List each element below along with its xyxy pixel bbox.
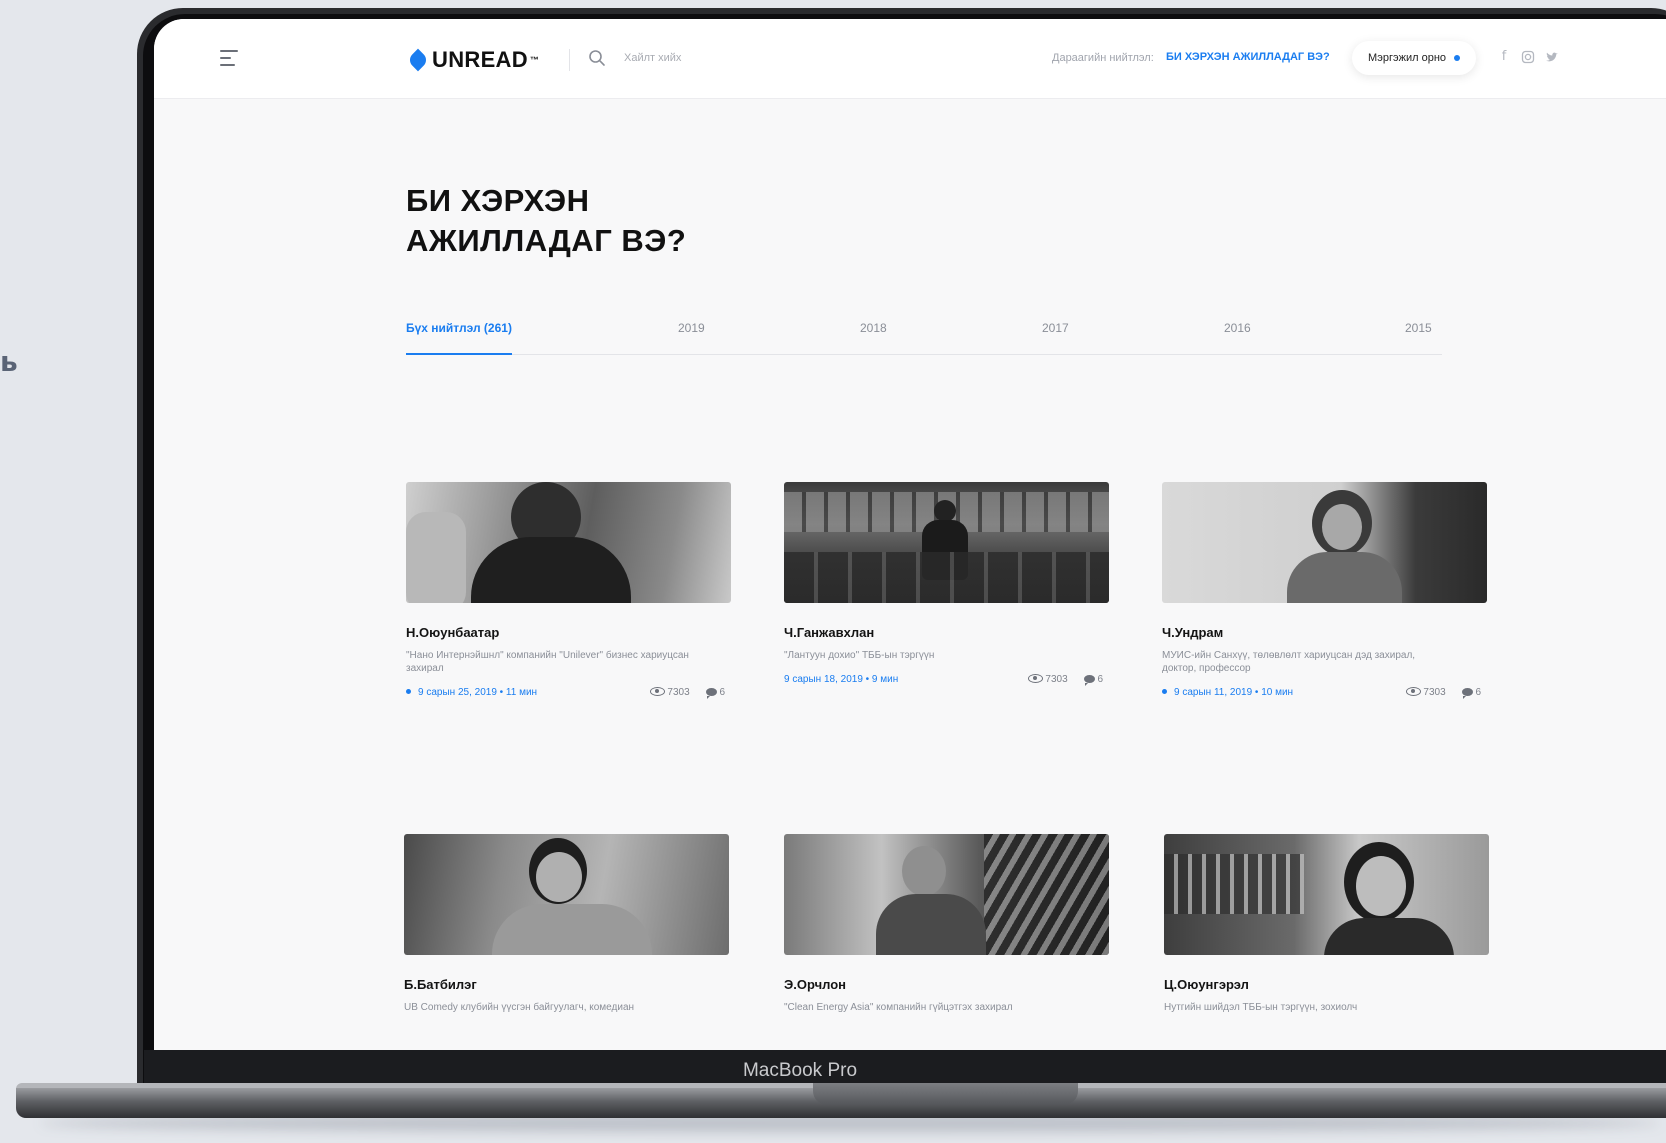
comment-icon bbox=[1084, 675, 1096, 686]
next-article-label: Дараагийн нийтлэл: bbox=[1052, 52, 1154, 64]
article-card[interactable]: Ч.Ундрам МУИС-ийн Санхүү, төлөвлөлт хари… bbox=[1162, 482, 1487, 701]
tab-2017[interactable]: 2017 bbox=[1042, 321, 1069, 353]
view-count: 7303 bbox=[1423, 687, 1446, 698]
article-stats: 7303 6 bbox=[650, 687, 725, 699]
article-author[interactable]: Ч.Ундрам bbox=[1162, 625, 1487, 640]
header-divider bbox=[569, 49, 570, 71]
article-stats: 7303 6 bbox=[1406, 687, 1481, 699]
page-title-line-1: БИ ХЭРХЭН bbox=[406, 183, 590, 218]
instagram-icon[interactable] bbox=[1520, 49, 1536, 65]
article-meta: 9 сарын 25, 2019 • 11 мин 7303 6 bbox=[406, 687, 731, 701]
device-label: MacBook Pro bbox=[742, 1060, 858, 1081]
eye-icon bbox=[650, 687, 666, 696]
article-card[interactable]: Б.Батбилэг UB Comedy клубийн үүсгэн байг… bbox=[404, 834, 729, 1014]
search-input[interactable]: Хайлт хийх bbox=[624, 52, 681, 64]
year-tabs: Бүх нийтлэл (261) 2019 2018 2017 2016 20… bbox=[406, 315, 1442, 355]
article-photo[interactable] bbox=[404, 834, 729, 955]
article-date: 9 сарын 25, 2019 • 11 мин bbox=[418, 687, 538, 698]
cropped-side-letter: ь bbox=[0, 345, 18, 378]
article-description: Нутгийн шийдэл ТББ-ын тэргүүн, зохиолч bbox=[1164, 1002, 1358, 1013]
view-count: 7303 bbox=[667, 687, 690, 698]
new-indicator-dot bbox=[1162, 689, 1167, 694]
comment-count: 6 bbox=[1475, 687, 1481, 698]
article-description: "Нано Интернэйшнл" компанийн "Unilever" … bbox=[406, 650, 689, 674]
article-description: "Лантуун дохио" ТББ-ын тэргүүн bbox=[784, 650, 935, 661]
eye-icon bbox=[1406, 687, 1422, 696]
next-article-link[interactable]: БИ ХЭРХЭН АЖИЛЛАДАГ ВЭ? bbox=[1166, 51, 1330, 63]
article-card[interactable]: Э.Орчлон "Clean Energy Asia" компанийн г… bbox=[784, 834, 1109, 1014]
login-button-label: Мэргэжил орно bbox=[1368, 52, 1447, 64]
logo-trademark: ™ bbox=[529, 55, 539, 65]
article-author[interactable]: Б.Батбилэг bbox=[404, 977, 729, 992]
tab-all-articles[interactable]: Бүх нийтлэл (261) bbox=[406, 321, 512, 355]
tab-2018[interactable]: 2018 bbox=[860, 321, 887, 353]
facebook-icon[interactable]: f bbox=[1496, 49, 1512, 65]
article-meta: 9 сарын 11, 2019 • 10 мин 7303 6 bbox=[1162, 687, 1487, 701]
comment-icon bbox=[1462, 688, 1474, 699]
article-author[interactable]: Ч.Ганжавхлан bbox=[784, 625, 1109, 640]
search-icon[interactable] bbox=[588, 49, 606, 67]
page-title-line-2: АЖИЛЛАДАГ ВЭ? bbox=[406, 223, 687, 258]
login-status-dot bbox=[1454, 55, 1461, 61]
article-author[interactable]: Н.Оюунбаатар bbox=[406, 625, 731, 640]
tab-2016[interactable]: 2016 bbox=[1224, 321, 1251, 353]
article-description: UB Comedy клубийн үүсгэн байгуулагч, ком… bbox=[404, 1002, 635, 1013]
comment-icon bbox=[706, 688, 718, 699]
menu-icon[interactable] bbox=[220, 50, 238, 66]
article-photo[interactable] bbox=[784, 834, 1109, 955]
article-author[interactable]: Ц.Оюунгэрэл bbox=[1164, 977, 1489, 992]
article-description: МУИС-ийн Санхүү, төлөвлөлт хариуцсан дэд… bbox=[1162, 650, 1416, 674]
view-count: 7303 bbox=[1045, 674, 1068, 685]
article-author[interactable]: Э.Орчлон bbox=[784, 977, 1109, 992]
logo-text: UNREAD bbox=[432, 47, 528, 72]
site-logo[interactable]: UNREAD ™ bbox=[406, 47, 539, 73]
twitter-icon[interactable] bbox=[1544, 49, 1560, 65]
article-photo[interactable] bbox=[1164, 834, 1489, 955]
article-stats: 7303 6 bbox=[1028, 674, 1103, 686]
browser-screen: UNREAD ™ Хайлт хийх Дараагийн нийтлэл: Б… bbox=[154, 19, 1666, 1050]
article-meta: 9 сарын 18, 2019 • 9 мин 7303 6 bbox=[784, 674, 1109, 688]
tab-2019[interactable]: 2019 bbox=[678, 321, 705, 353]
article-photo[interactable] bbox=[406, 482, 731, 603]
comment-count: 6 bbox=[719, 687, 725, 698]
article-photo[interactable] bbox=[784, 482, 1109, 603]
comment-count: 6 bbox=[1097, 674, 1103, 685]
eye-icon bbox=[1028, 674, 1044, 683]
page-title: БИ ХЭРХЭН АЖИЛЛАДАГ ВЭ? bbox=[406, 181, 686, 261]
article-card[interactable]: Ч.Ганжавхлан "Лантуун дохио" ТББ-ын тэрг… bbox=[784, 482, 1109, 688]
article-date: 9 сарын 18, 2019 • 9 мин bbox=[784, 674, 899, 685]
top-navigation: UNREAD ™ Хайлт хийх Дараагийн нийтлэл: Б… bbox=[154, 19, 1666, 99]
laptop-notch bbox=[813, 1083, 1078, 1105]
article-description: "Clean Energy Asia" компанийн гүйцэтгэх … bbox=[784, 1002, 1013, 1013]
new-indicator-dot bbox=[406, 689, 411, 694]
logo-drop-icon bbox=[406, 48, 430, 72]
article-date: 9 сарын 11, 2019 • 10 мин bbox=[1174, 687, 1294, 698]
article-photo[interactable] bbox=[1162, 482, 1487, 603]
login-button[interactable]: Мэргэжил орно bbox=[1352, 41, 1477, 75]
article-card[interactable]: Ц.Оюунгэрэл Нутгийн шийдэл ТББ-ын тэргүү… bbox=[1164, 834, 1489, 1014]
tab-2015[interactable]: 2015 bbox=[1405, 321, 1432, 353]
article-card[interactable]: Н.Оюунбаатар "Нано Интернэйшнл" компаний… bbox=[406, 482, 731, 701]
